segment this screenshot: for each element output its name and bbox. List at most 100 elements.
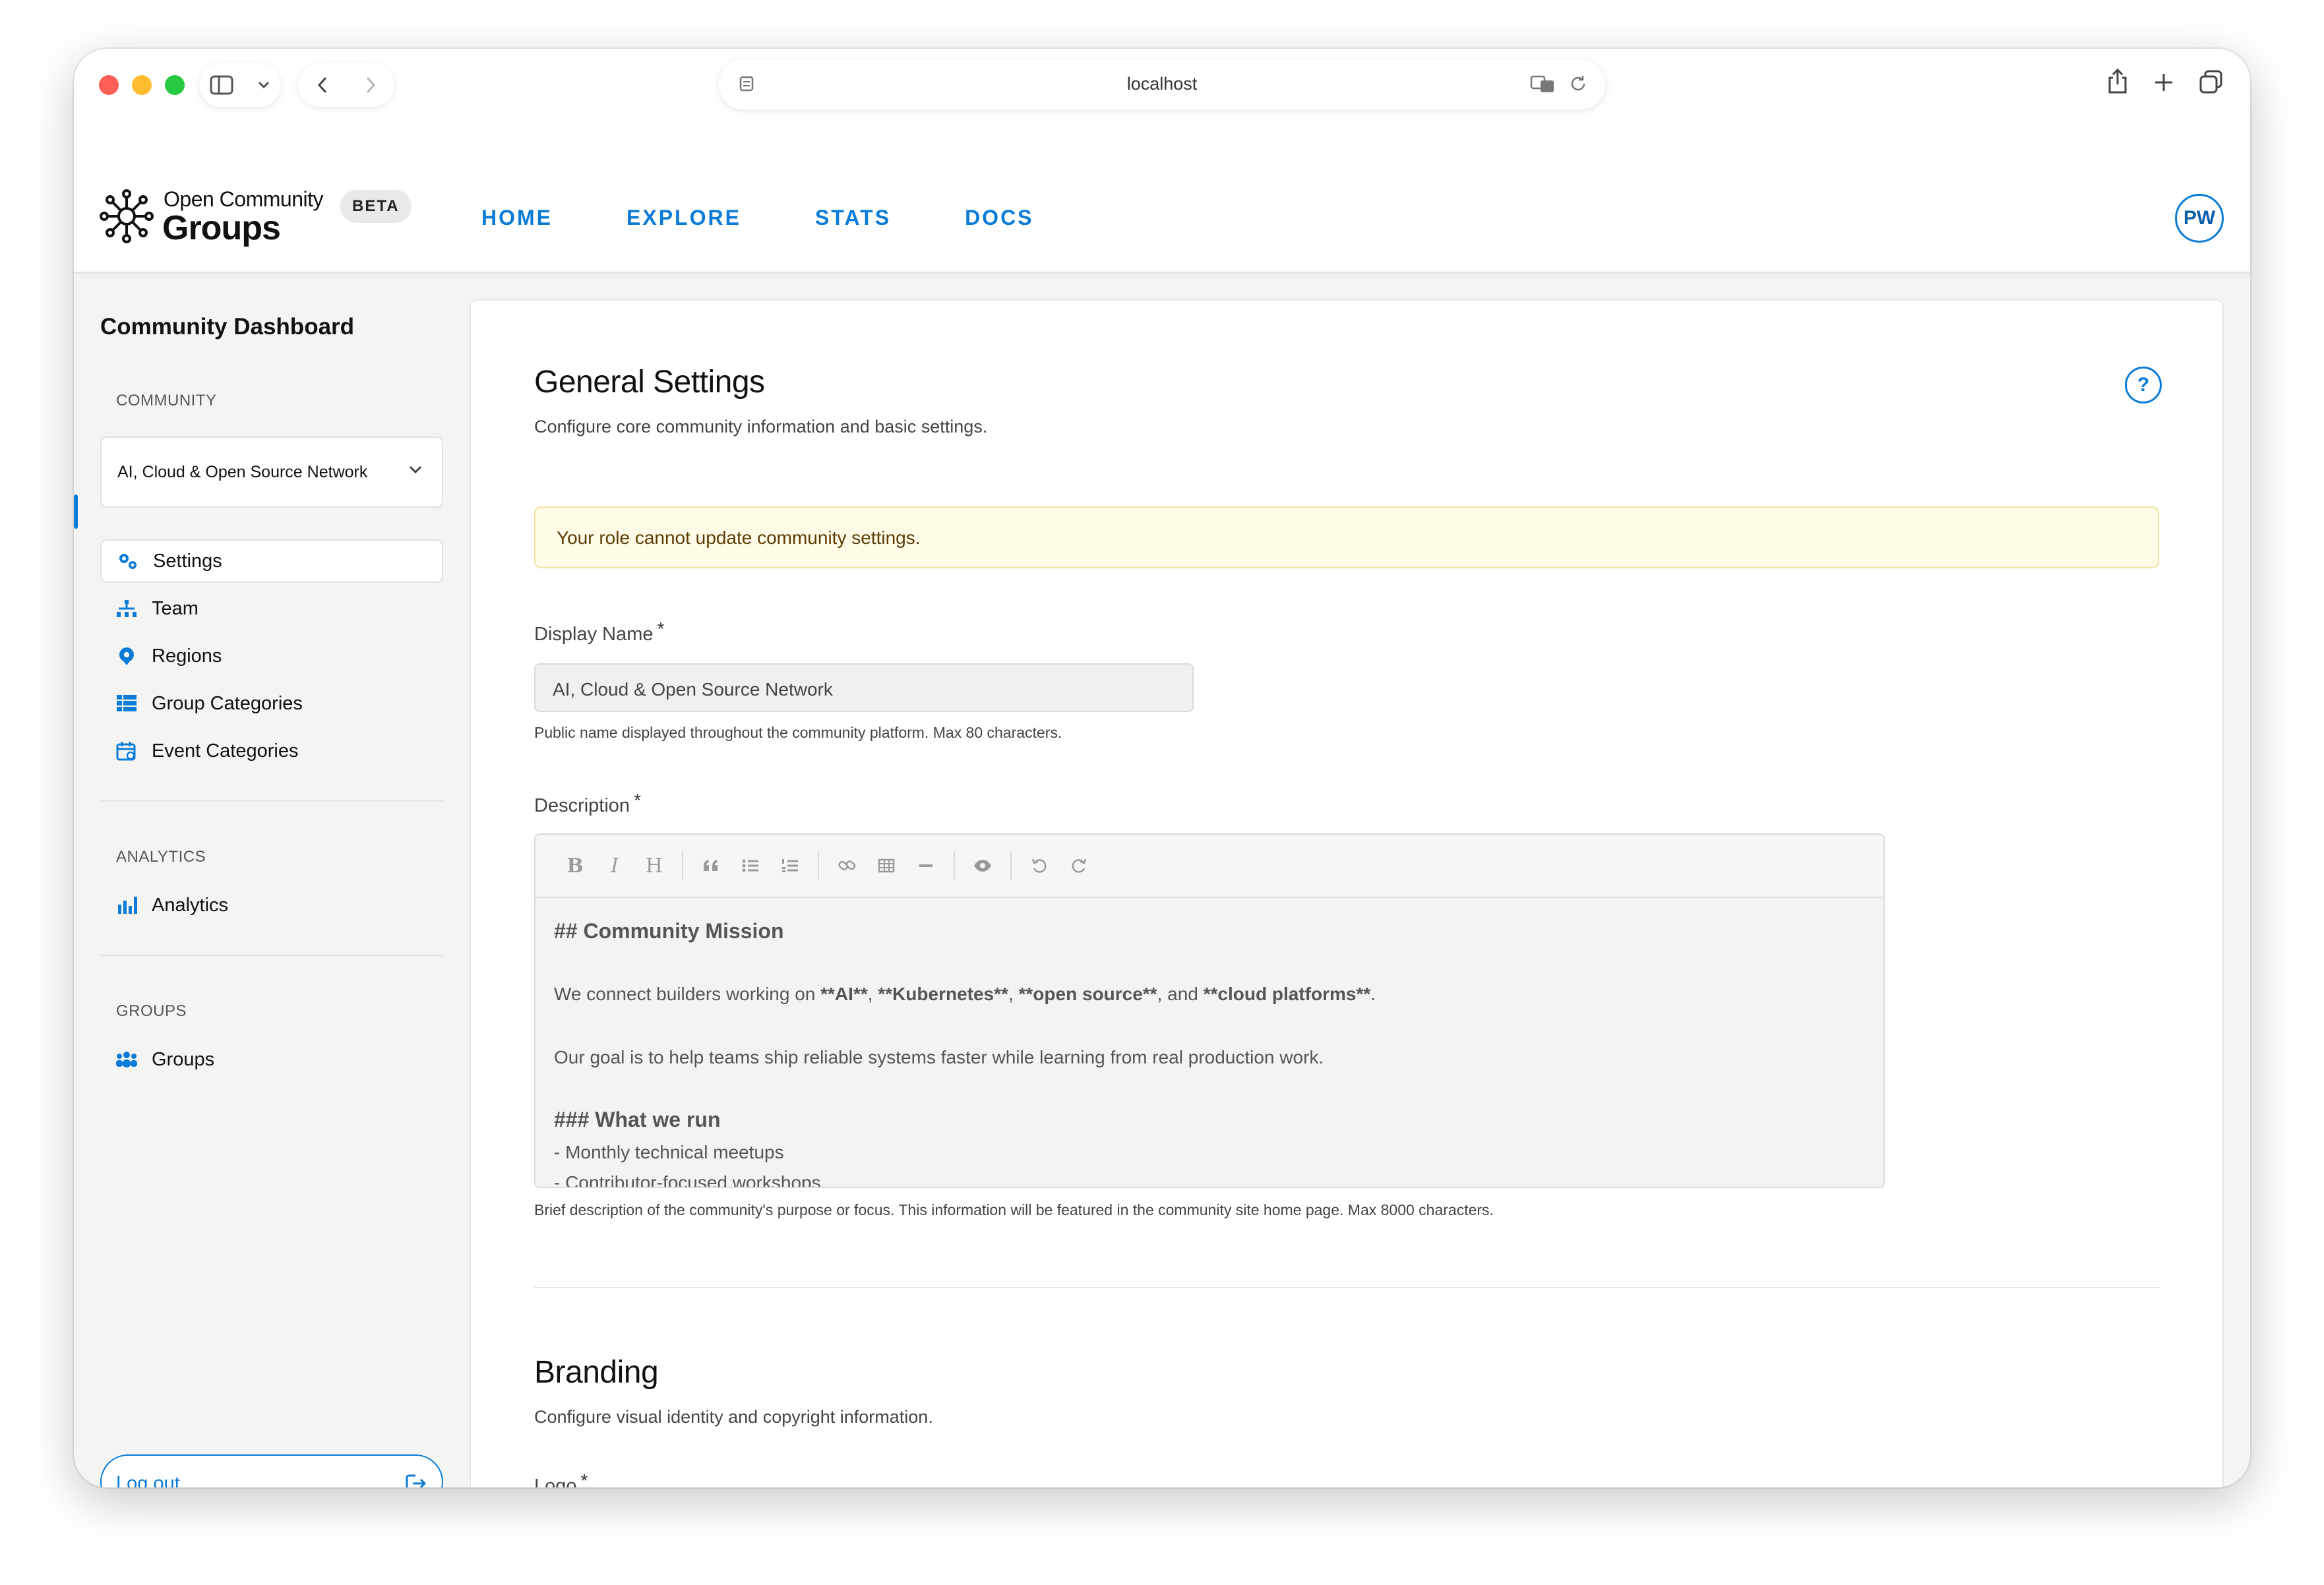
editor-heading: ## Community Mission: [554, 919, 784, 943]
display-name-label: Display Name *: [534, 618, 664, 645]
horizontal-rule-button[interactable]: [906, 846, 946, 885]
undo-button[interactable]: [1020, 846, 1059, 885]
bold-button[interactable]: B: [555, 846, 595, 885]
sidebar: Community Dashboard COMMUNITY AI, Cloud …: [74, 273, 470, 1487]
bullet-list-icon: [742, 859, 758, 872]
branding-title: Branding: [534, 1355, 659, 1390]
list-icon: [113, 694, 140, 713]
translate-icon[interactable]: [1530, 74, 1556, 94]
nav-stats[interactable]: STATS: [815, 206, 891, 230]
back-icon[interactable]: [316, 75, 329, 95]
required-marker: *: [634, 790, 641, 810]
reload-icon[interactable]: [1568, 74, 1588, 94]
sidebar-item-analytics[interactable]: Analytics: [100, 883, 443, 927]
url-text: localhost: [1126, 74, 1198, 94]
description-editor[interactable]: B I H ## Community Mission We connect bu…: [534, 833, 1885, 1188]
text-span: We connect builders working on: [554, 984, 821, 1004]
editor-list-item: - Monthly technical meetups: [554, 1142, 784, 1162]
sidebar-item-settings[interactable]: Settings: [100, 539, 443, 583]
display-name-input[interactable]: AI, Cloud & Open Source Network: [534, 663, 1194, 712]
display-name-value: AI, Cloud & Open Source Network: [553, 679, 833, 700]
tab-overview-icon[interactable]: [2199, 69, 2224, 95]
calendar-icon: [113, 741, 140, 761]
sidebar-icon: [210, 75, 233, 95]
minimize-window-button[interactable]: [132, 75, 152, 95]
quote-button[interactable]: [691, 846, 731, 885]
link-icon: [838, 860, 856, 870]
table-button[interactable]: [867, 846, 906, 885]
sidebar-item-label: Team: [152, 597, 199, 619]
browser-toolbar: localhost: [74, 49, 2250, 121]
description-label: Description *: [534, 790, 641, 817]
description-label-text: Description: [534, 795, 630, 816]
redo-button[interactable]: [1059, 846, 1099, 885]
new-tab-icon[interactable]: [2153, 69, 2175, 95]
nav-docs[interactable]: DOCS: [965, 206, 1033, 230]
sidebar-item-label: Settings: [153, 550, 222, 572]
section-divider: [534, 1287, 2159, 1288]
editor-list-item: - Contributor-focused workshops: [554, 1172, 821, 1188]
alert-text: Your role cannot update community settin…: [557, 527, 921, 548]
user-avatar[interactable]: PW: [2175, 194, 2224, 243]
sidebar-item-regions[interactable]: Regions: [100, 634, 443, 678]
quote-icon: [704, 860, 718, 871]
display-name-help: Public name displayed throughout the com…: [534, 724, 1062, 741]
sidebar-item-team[interactable]: Team: [100, 587, 443, 630]
zoom-window-button[interactable]: [165, 75, 185, 95]
display-name-label-text: Display Name: [534, 624, 654, 645]
analytics-section-label: ANALYTICS: [116, 848, 206, 866]
groups-section-label: GROUPS: [116, 1002, 187, 1020]
logout-label: Log out: [116, 1473, 180, 1487]
sidebar-item-event-categories[interactable]: Event Categories: [100, 729, 443, 773]
sidebar-toggle-button[interactable]: [199, 63, 281, 107]
history-nav: [298, 63, 394, 107]
toolbar-separator: [682, 851, 683, 880]
share-icon[interactable]: [2106, 69, 2129, 95]
sidebar-item-group-categories[interactable]: Group Categories: [100, 682, 443, 725]
help-icon: ?: [2137, 374, 2150, 396]
sidebar-item-groups[interactable]: Groups: [100, 1038, 443, 1081]
logout-button[interactable]: Log out: [100, 1454, 443, 1487]
required-marker: *: [657, 618, 665, 639]
text-span: ,: [867, 984, 878, 1004]
browser-window: localhost Open Community Groups BETA HOM…: [74, 49, 2250, 1487]
bold-span: **AI**: [820, 984, 868, 1004]
active-indicator: [74, 494, 78, 529]
logo-label-text: Logo: [534, 1476, 577, 1487]
sidebar-item-label: Analytics: [152, 894, 229, 916]
heading-button[interactable]: H: [634, 846, 674, 885]
page-title: General Settings: [534, 365, 765, 400]
text-span: , and: [1157, 984, 1204, 1004]
numbered-list-button[interactable]: [770, 846, 810, 885]
sidebar-item-label: Group Categories: [152, 692, 303, 714]
help-button[interactable]: ?: [2125, 367, 2162, 404]
required-marker: *: [580, 1470, 588, 1487]
bullet-list-button[interactable]: [731, 846, 770, 885]
editor-heading: ### What we run: [554, 1108, 721, 1131]
logo[interactable]: [99, 189, 154, 244]
editor-paragraph: Our goal is to help teams ship reliable …: [554, 1047, 1324, 1067]
table-icon: [878, 858, 895, 873]
numbered-list-icon: [782, 859, 798, 872]
close-window-button[interactable]: [99, 75, 119, 95]
toolbar-separator: [1010, 851, 1012, 880]
forward-icon[interactable]: [364, 75, 377, 95]
community-select[interactable]: AI, Cloud & Open Source Network: [100, 436, 443, 508]
redo-icon: [1072, 858, 1087, 873]
link-button[interactable]: [827, 846, 867, 885]
bold-span: **cloud platforms**: [1203, 984, 1371, 1004]
nav-explore[interactable]: EXPLORE: [627, 206, 741, 230]
users-icon: [113, 1050, 140, 1069]
address-bar[interactable]: localhost: [719, 59, 1605, 109]
org-chart-icon: [113, 599, 140, 618]
main-content: General Settings Configure core communit…: [470, 299, 2224, 1487]
sidebar-item-label: Event Categories: [152, 740, 299, 762]
italic-button[interactable]: I: [595, 846, 634, 885]
editor-paragraph: We connect builders working on **AI**, *…: [554, 984, 1376, 1005]
sidebar-item-label: Regions: [152, 645, 222, 667]
community-select-value: AI, Cloud & Open Source Network: [117, 463, 368, 481]
nav-home[interactable]: HOME: [481, 206, 553, 230]
toolbar-separator: [954, 851, 955, 880]
bar-chart-icon: [113, 895, 140, 915]
preview-button[interactable]: [963, 846, 1002, 885]
